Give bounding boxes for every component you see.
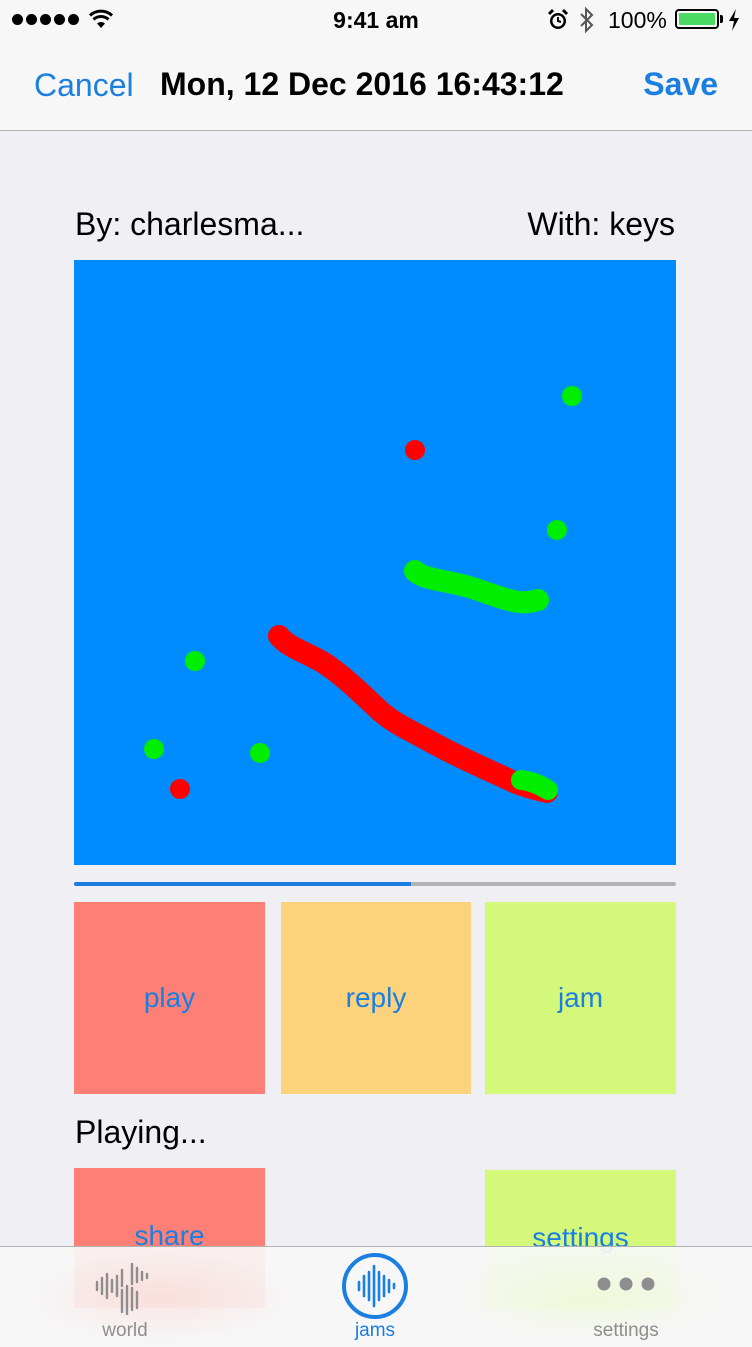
green-stroke	[511, 770, 558, 800]
alarm-icon	[547, 8, 569, 29]
jam-button[interactable]: jam	[485, 902, 676, 1094]
battery-icon	[675, 9, 719, 29]
world-waveform-icon	[95, 1262, 149, 1316]
reply-button[interactable]: reply	[281, 902, 471, 1094]
charging-bolt-icon	[729, 9, 739, 31]
tab-jams[interactable]: jams	[314, 1246, 436, 1346]
save-button[interactable]: Save	[643, 66, 718, 103]
green-dot	[547, 520, 567, 540]
playback-status: Playing...	[75, 1114, 207, 1150]
battery-percentage: 100%	[608, 7, 667, 33]
red-stroke	[268, 625, 558, 803]
green-dot	[250, 743, 270, 763]
author-label: By: charlesma...	[75, 206, 305, 242]
jams-waveform-icon	[342, 1253, 408, 1319]
page-title: Mon, 12 Dec 2016 16:43:12	[160, 66, 564, 102]
red-dot	[405, 440, 425, 460]
bluetooth-icon	[580, 6, 594, 34]
red-dot	[170, 779, 190, 799]
jam-drawing	[144, 386, 582, 803]
tab-settings-label: settings	[593, 1320, 659, 1341]
battery-nub	[720, 15, 723, 23]
tab-settings[interactable]: settings	[566, 1246, 686, 1346]
green-dot	[185, 651, 205, 671]
playback-progress-bar[interactable]	[74, 882, 676, 886]
tab-world-label: world	[102, 1320, 148, 1341]
green-dot	[562, 386, 582, 406]
playback-progress-fill	[74, 882, 412, 886]
play-button[interactable]: play	[74, 902, 265, 1094]
instrument-label: With: keys	[527, 206, 675, 242]
more-dots-icon	[597, 1277, 655, 1291]
tab-jams-label: jams	[354, 1320, 396, 1341]
jam-canvas[interactable]	[74, 260, 676, 865]
cancel-button[interactable]: Cancel	[34, 67, 134, 104]
tab-world[interactable]: world	[64, 1246, 186, 1346]
navigation-bar: Cancel Mon, 12 Dec 2016 16:43:12 Save	[0, 40, 752, 131]
green-stroke	[404, 560, 549, 614]
green-dot	[144, 739, 164, 759]
